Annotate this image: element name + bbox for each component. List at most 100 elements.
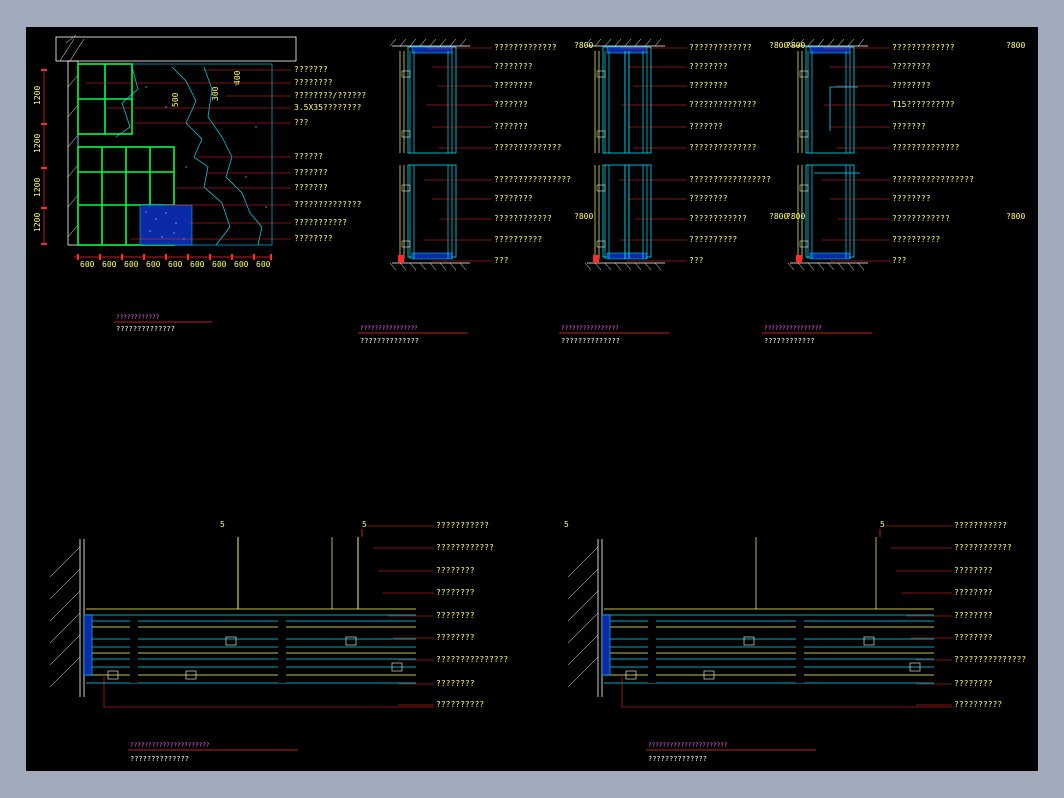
cad-drawing-canvas[interactable]: ??????????????? ????????/?????? 3.5X35????… bbox=[26, 27, 1038, 771]
section-label: ???????? bbox=[892, 81, 931, 90]
section-label: ??? bbox=[892, 256, 907, 265]
section-title: ???????????????? bbox=[360, 325, 418, 332]
plan-label: ???????? bbox=[954, 588, 993, 597]
plan-label: ???????? bbox=[436, 588, 475, 597]
elevation-label: ??????????? bbox=[294, 218, 347, 227]
elevation-label: ?????? bbox=[294, 152, 323, 161]
wall-elevation bbox=[41, 34, 297, 260]
plan-details: 5 5??????????????????????????????????????… bbox=[49, 520, 1026, 763]
horizontal-dimension: 600 bbox=[102, 260, 117, 269]
inline-dimension: 500 bbox=[171, 92, 180, 107]
section-dimension: ?800 bbox=[786, 212, 805, 221]
section-mark: 5 bbox=[564, 520, 569, 529]
section-dimension: ?800 bbox=[786, 41, 805, 50]
plan-label: ??????????????? bbox=[436, 655, 508, 664]
elevation-label: ??????? bbox=[294, 168, 328, 177]
horizontal-dimension: 600 bbox=[80, 260, 95, 269]
section-label: ???????????????? bbox=[494, 175, 571, 184]
section-subtitle: ???????????? bbox=[764, 337, 815, 345]
elevation-label: ?????????????? bbox=[294, 200, 362, 209]
section-label: ?????????????? bbox=[689, 100, 757, 109]
inline-dimension: 300 bbox=[211, 86, 220, 101]
section-label: ???????? bbox=[892, 194, 931, 203]
plan-label: ???????????? bbox=[954, 543, 1012, 552]
plan-label: ???????? bbox=[954, 679, 993, 688]
section-label: ???????? bbox=[689, 62, 728, 71]
section-label: ????????????????? bbox=[892, 175, 974, 184]
section-detail: ????????????????????????????????????????… bbox=[559, 38, 788, 345]
plan-subtitle: ?????????????? bbox=[130, 755, 189, 763]
section-title: ???????????????? bbox=[764, 325, 822, 332]
vertical-dimension: 1200 bbox=[33, 134, 42, 153]
horizontal-dimension: 600 bbox=[168, 260, 183, 269]
section-dimension: ?800 bbox=[574, 212, 593, 221]
section-detail: ????????????????????????????????????????… bbox=[358, 38, 593, 345]
section-dimension: ?800 bbox=[1006, 41, 1025, 50]
section-label: ???????? bbox=[494, 194, 533, 203]
plan-title: ?????????????????????? bbox=[648, 742, 728, 749]
vertical-sections: ????????????????????????????????????????… bbox=[358, 38, 1025, 345]
plan-subtitle: ?????????????? bbox=[648, 755, 707, 763]
section-label: ???????? bbox=[494, 81, 533, 90]
plan-label: ?????????? bbox=[436, 700, 484, 709]
elevation-label: ??????? bbox=[294, 183, 328, 192]
elevation-subtitle: ?????????????? bbox=[116, 325, 175, 333]
section-label: ????????????????? bbox=[689, 175, 771, 184]
plan-detail: 5 5??????????????????????????????????????… bbox=[49, 520, 508, 763]
plan-label: ??????????????? bbox=[954, 655, 1026, 664]
horizontal-dimension: 600 bbox=[234, 260, 249, 269]
section-label: ?????????? bbox=[689, 235, 737, 244]
section-label: ???????? bbox=[494, 62, 533, 71]
plan-label: ??????????? bbox=[954, 521, 1007, 530]
section-label: ?????????? bbox=[892, 235, 940, 244]
section-label: ??????? bbox=[892, 122, 926, 131]
section-dimension: ?800 bbox=[1006, 212, 1025, 221]
elevation-label: ??????? bbox=[294, 65, 328, 74]
horizontal-dimension: 600 bbox=[212, 260, 227, 269]
section-label: T15?????????? bbox=[892, 100, 955, 109]
section-label: ??????? bbox=[689, 122, 723, 131]
plan-label: ???????? bbox=[436, 566, 475, 575]
section-label: ?????????????? bbox=[494, 143, 562, 152]
section-label: ????????????? bbox=[689, 43, 752, 52]
cad-drawing: ??????????????? ????????/?????? 3.5X35????… bbox=[33, 34, 1026, 763]
plan-title: ?????????????????????? bbox=[130, 742, 210, 749]
plan-label: ???????? bbox=[954, 633, 993, 642]
section-label: ??? bbox=[689, 256, 704, 265]
plan-label: ???????? bbox=[436, 679, 475, 688]
vertical-dimension: 1200 bbox=[33, 86, 42, 105]
section-label: ???????????? bbox=[494, 214, 552, 223]
vertical-dimension: 1200 bbox=[33, 213, 42, 232]
section-label: ?????????????? bbox=[892, 143, 960, 152]
inline-dimension: 400 bbox=[233, 70, 242, 85]
elevation-label: ????????/?????? bbox=[294, 91, 366, 100]
section-label: ???????? bbox=[892, 62, 931, 71]
section-dimension: ?800 bbox=[574, 41, 593, 50]
plan-label: ???????? bbox=[954, 611, 993, 620]
plan-label: ?????????? bbox=[954, 700, 1002, 709]
section-label: ????????????? bbox=[494, 43, 557, 52]
elevation-labels: ??????????????? ????????/?????? 3.5X35????… bbox=[294, 65, 366, 243]
section-label: ?????????????? bbox=[689, 143, 757, 152]
elevation-title: ???????????? bbox=[116, 314, 160, 321]
section-title: ???????????????? bbox=[561, 325, 619, 332]
elevation-label: ???????? bbox=[294, 78, 333, 87]
section-label: ??????? bbox=[494, 100, 528, 109]
elevation-label: ???????? bbox=[294, 234, 333, 243]
horizontal-dimension: 600 bbox=[190, 260, 205, 269]
section-subtitle: ?????????????? bbox=[360, 337, 419, 345]
section-label: ?????????? bbox=[494, 235, 542, 244]
section-mark: 5 bbox=[220, 520, 225, 529]
horizontal-dimension: 600 bbox=[146, 260, 161, 269]
plan-label: ???????? bbox=[436, 633, 475, 642]
section-label: ???????? bbox=[689, 194, 728, 203]
section-label: ????????????? bbox=[892, 43, 955, 52]
section-mark: 5 bbox=[362, 520, 367, 529]
plan-label: ???????? bbox=[436, 611, 475, 620]
plan-label: ???????? bbox=[954, 566, 993, 575]
section-label: ???????????? bbox=[689, 214, 747, 223]
plan-label: ??????????? bbox=[436, 521, 489, 530]
section-detail: ????????????????????????????? T15????????… bbox=[762, 38, 1025, 345]
section-mark: 5 bbox=[880, 520, 885, 529]
section-label: ???????????? bbox=[892, 214, 950, 223]
